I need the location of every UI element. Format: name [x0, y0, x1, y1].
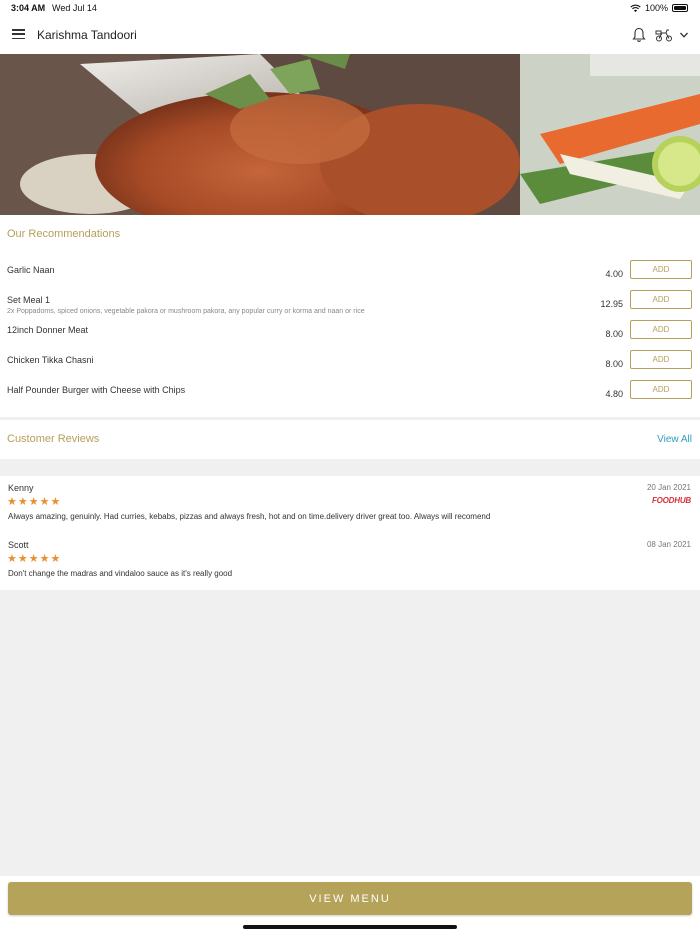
reviewer-name: Kenny — [8, 483, 34, 493]
restaurant-title: Karishma Tandoori — [37, 28, 137, 42]
item-price: 4.80 — [605, 389, 623, 399]
review-item: Kenny 20 Jan 2021 ★★★★★ FOODHUB Always a… — [0, 476, 700, 526]
reviews-title: Customer Reviews — [7, 433, 100, 445]
view-all-link[interactable]: View All — [657, 434, 692, 445]
bottom-bar: VIEW MENU — [0, 876, 700, 934]
status-bar: 3:04 AM Wed Jul 14 100% — [0, 0, 700, 16]
add-button[interactable]: ADD — [630, 380, 692, 399]
battery-percent: 100% — [644, 3, 668, 13]
review-item: Scott 08 Jan 2021 ★★★★★ Don't change the… — [0, 533, 700, 583]
recommendation-item: Set Meal 1 2x Poppadoms, spiced onions, … — [0, 290, 700, 325]
review-text: Don't change the madras and vindaloo sau… — [8, 569, 233, 578]
item-price: 12.95 — [600, 299, 623, 309]
item-price: 8.00 — [605, 359, 623, 369]
item-name: Garlic Naan — [7, 265, 55, 275]
item-description: 2x Poppadoms, spiced onions, vegetable p… — [7, 308, 365, 315]
recommendation-item: Half Pounder Burger with Cheese with Chi… — [0, 380, 700, 415]
scooter-icon[interactable] — [655, 28, 673, 42]
review-text: Always amazing, genuinly. Had curries, k… — [8, 512, 491, 521]
item-price: 4.00 — [605, 269, 623, 279]
recommendations-section: Our Recommendations Garlic Naan 4.00 ADD… — [0, 215, 700, 417]
hero-food-image — [0, 54, 700, 215]
bell-icon[interactable] — [631, 27, 647, 43]
review-date: 08 Jan 2021 — [646, 540, 691, 549]
hamburger-icon[interactable] — [12, 29, 25, 40]
view-menu-button[interactable]: VIEW MENU — [8, 882, 692, 915]
chevron-down-icon[interactable] — [679, 30, 689, 40]
recommendation-item: Garlic Naan 4.00 ADD — [0, 260, 700, 295]
top-bar: Karishma Tandoori — [0, 16, 700, 54]
star-rating: ★★★★★ — [7, 553, 62, 565]
item-name: 12inch Donner Meat — [7, 325, 89, 335]
item-name: Chicken Tikka Chasni — [7, 355, 94, 365]
item-name: Set Meal 1 — [7, 295, 51, 305]
add-button[interactable]: ADD — [630, 320, 692, 339]
item-price: 8.00 — [605, 329, 623, 339]
recommendations-title: Our Recommendations — [7, 228, 121, 240]
item-name: Half Pounder Burger with Cheese with Chi… — [7, 385, 186, 395]
home-indicator — [243, 925, 457, 929]
add-button[interactable]: ADD — [630, 260, 692, 279]
wifi-icon — [630, 4, 641, 12]
status-time: 3:04 AM — [11, 3, 46, 13]
review-date: 20 Jan 2021 — [646, 483, 691, 492]
recommendation-item: Chicken Tikka Chasni 8.00 ADD — [0, 350, 700, 385]
battery-icon — [672, 4, 688, 12]
status-date: Wed Jul 14 — [52, 3, 97, 13]
reviewer-name: Scott — [8, 540, 29, 550]
status-right: 100% — [630, 3, 688, 13]
add-button[interactable]: ADD — [630, 350, 692, 369]
star-rating: ★★★★★ — [7, 496, 62, 508]
reviews-list: Kenny 20 Jan 2021 ★★★★★ FOODHUB Always a… — [0, 476, 700, 590]
add-button[interactable]: ADD — [630, 290, 692, 309]
foodhub-logo: FOODHUB — [651, 496, 691, 505]
recommendation-item: 12inch Donner Meat 8.00 ADD — [0, 320, 700, 355]
reviews-header: Customer Reviews View All — [0, 420, 700, 459]
tandoori-chicken-illustration — [0, 54, 700, 215]
